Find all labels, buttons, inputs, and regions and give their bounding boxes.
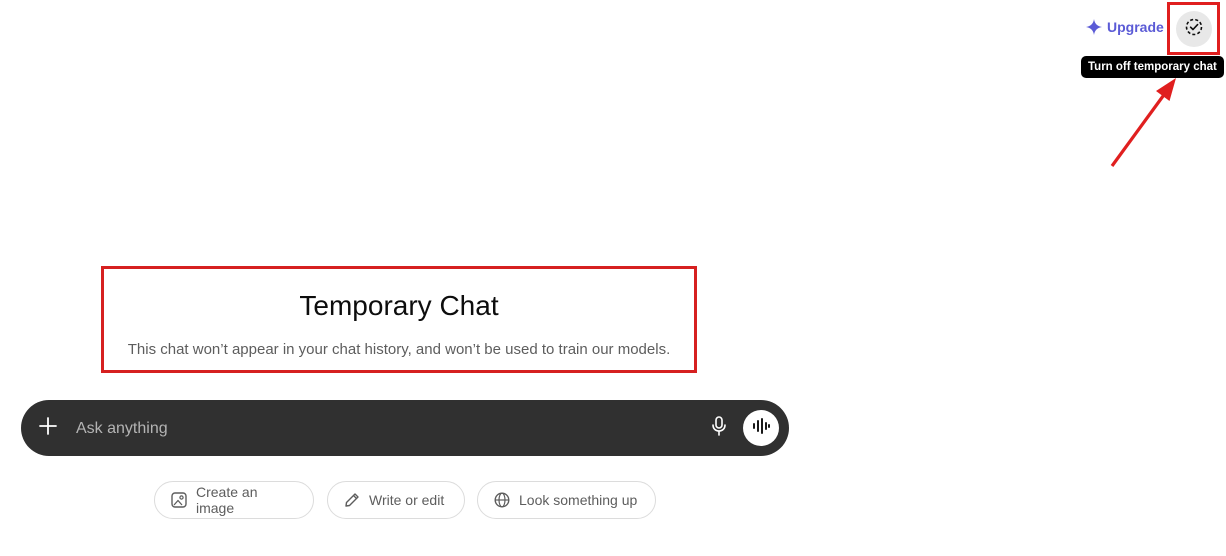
upgrade-label: Upgrade [1107,19,1164,35]
sparkle-icon [1086,19,1102,35]
suggestion-write-or-edit[interactable]: Write or edit [327,481,465,519]
suggestion-label: Write or edit [369,492,445,508]
attach-button[interactable] [36,416,60,440]
suggestion-label: Look something up [519,492,638,508]
page-title: Temporary Chat [299,290,499,321]
suggestion-create-image[interactable]: Create an image [154,481,314,519]
page: Upgrade Turn off temporary chat Temporar… [0,0,1226,556]
page-subtitle: This chat won’t appear in your chat hist… [127,341,671,358]
voice-waveform-icon [752,417,770,439]
upgrade-button[interactable]: Upgrade [1086,19,1164,35]
dictate-button[interactable] [707,415,731,441]
plus-icon [39,416,57,440]
suggestion-label: Create an image [196,484,258,516]
tooltip: Turn off temporary chat [1081,56,1224,78]
suggestion-look-something-up[interactable]: Look something up [477,481,656,519]
microphone-icon [711,415,727,441]
pencil-icon [344,492,360,508]
voice-mode-button[interactable] [743,410,779,446]
annotation-highlight-box [1167,2,1220,55]
ask-input[interactable] [74,414,678,444]
globe-icon [494,492,510,508]
image-icon [171,492,187,508]
